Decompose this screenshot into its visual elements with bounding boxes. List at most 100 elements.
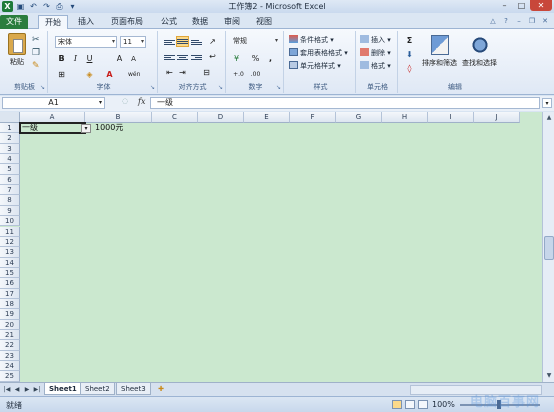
select-all-corner[interactable]	[0, 112, 20, 123]
vertical-scrollbar[interactable]: ▲ ▼	[542, 112, 554, 382]
ribbon-minimize-icon[interactable]: –	[514, 16, 524, 26]
tab-home[interactable]: 开始	[38, 15, 68, 29]
row-header-7[interactable]: 7	[0, 185, 20, 196]
insert-sheet-icon[interactable]: ✚	[155, 384, 167, 394]
minimize-icon[interactable]: –	[496, 0, 513, 11]
decrease-indent-icon[interactable]: ⇤	[164, 67, 175, 78]
scroll-thumb[interactable]	[544, 236, 554, 260]
delete-cells-button[interactable]: 删除 ▾	[360, 48, 391, 59]
clipboard-launcher-icon[interactable]: ↘	[40, 85, 46, 91]
font-launcher-icon[interactable]: ↘	[150, 85, 156, 91]
row-header-11[interactable]: 11	[0, 226, 20, 237]
shrink-font-button[interactable]: A	[128, 54, 139, 65]
font-size-combo[interactable]: 11 ▾	[120, 36, 146, 48]
align-middle-icon[interactable]	[176, 36, 189, 47]
expand-formula-icon[interactable]: ▾	[542, 98, 552, 108]
currency-icon[interactable]: ¥	[231, 53, 242, 64]
percent-button[interactable]: %	[250, 53, 261, 64]
column-header-f[interactable]: F	[290, 112, 336, 123]
first-sheet-icon[interactable]: |◀	[3, 385, 11, 395]
cut-icon[interactable]: ✂	[32, 35, 40, 45]
row-header-25[interactable]: 25	[0, 371, 20, 382]
fill-icon[interactable]: ⬇	[404, 49, 415, 60]
row-header-8[interactable]: 8	[0, 195, 20, 206]
maximize-icon[interactable]: □	[513, 0, 530, 11]
tab-page-layout[interactable]: 页面布局	[105, 15, 149, 29]
merge-center-icon[interactable]: ⊟	[201, 67, 212, 78]
row-header-14[interactable]: 14	[0, 257, 20, 268]
find-select-button[interactable]: 查找和选择	[462, 35, 497, 68]
copy-icon[interactable]: ❐	[32, 48, 40, 58]
normal-view-icon[interactable]	[392, 400, 402, 409]
insert-cells-button[interactable]: 插入 ▾	[360, 35, 391, 46]
underline-button[interactable]: U	[84, 53, 95, 64]
page-layout-view-icon[interactable]	[405, 400, 415, 409]
row-header-12[interactable]: 12	[0, 236, 20, 248]
row-header-3[interactable]: 3	[0, 143, 20, 155]
align-bottom-icon[interactable]	[191, 37, 202, 48]
scroll-up-icon[interactable]: ▲	[544, 113, 554, 123]
row-header-13[interactable]: 13	[0, 247, 20, 258]
last-sheet-icon[interactable]: ▶|	[33, 385, 41, 395]
ribbon-restore-icon[interactable]: ❐	[527, 16, 537, 26]
spreadsheet-grid[interactable]: A B C D E F G H I J 1 2 3 4 5 6 7 8 9 10 11 12 13 14 15 16 17 18 19 2…	[0, 112, 542, 382]
formula-input[interactable]: 一级	[150, 97, 540, 109]
format-as-table-button[interactable]: 套用表格格式 ▾	[289, 48, 348, 59]
tab-view[interactable]: 视图	[250, 15, 278, 29]
collapse-ribbon-icon[interactable]: △	[488, 16, 498, 26]
column-header-d[interactable]: D	[198, 112, 244, 123]
prev-sheet-icon[interactable]: ◀	[13, 385, 21, 395]
scroll-down-icon[interactable]: ▼	[544, 371, 554, 381]
row-header-18[interactable]: 18	[0, 298, 20, 310]
decrease-decimal-icon[interactable]: .00	[250, 69, 261, 80]
increase-decimal-icon[interactable]: +.0	[233, 69, 244, 80]
tab-review[interactable]: 审阅	[218, 15, 246, 29]
paste-button[interactable]: 粘贴	[6, 33, 28, 67]
increase-indent-icon[interactable]: ⇥	[177, 67, 188, 78]
row-header-1[interactable]: 1	[0, 123, 20, 134]
phonetic-button[interactable]: wén	[128, 69, 140, 80]
column-header-j[interactable]: J	[474, 112, 520, 123]
italic-button[interactable]: I	[70, 53, 81, 64]
format-painter-icon[interactable]: ✎	[32, 61, 40, 71]
cell-b1[interactable]: 1000元	[95, 123, 123, 133]
row-header-22[interactable]: 22	[0, 340, 20, 351]
clear-icon[interactable]: ◊	[404, 63, 415, 74]
next-sheet-icon[interactable]: ▶	[23, 385, 31, 395]
row-header-10[interactable]: 10	[0, 216, 20, 227]
row-header-24[interactable]: 24	[0, 361, 20, 372]
comma-button[interactable]: ,	[265, 53, 276, 64]
tab-file[interactable]: 文件	[0, 15, 28, 29]
autosum-button[interactable]: Σ	[404, 35, 415, 46]
align-right-icon[interactable]	[191, 52, 202, 63]
align-top-icon[interactable]	[164, 37, 175, 48]
name-box[interactable]: A1 ▾	[2, 97, 105, 109]
align-center-icon[interactable]	[177, 52, 188, 63]
tab-formulas[interactable]: 公式	[155, 15, 183, 29]
column-header-b[interactable]: B	[85, 112, 152, 123]
bold-button[interactable]: B	[56, 53, 67, 64]
row-header-20[interactable]: 20	[0, 319, 20, 330]
row-header-21[interactable]: 21	[0, 330, 20, 341]
sheet-tab-1[interactable]: Sheet1	[44, 383, 82, 395]
row-header-23[interactable]: 23	[0, 350, 20, 362]
cell-dropdown-button[interactable]: ▾	[81, 124, 91, 133]
zoom-level[interactable]: 100%	[432, 400, 455, 409]
align-left-icon[interactable]	[164, 52, 175, 63]
number-format-combo[interactable]: 常规 ▾	[231, 36, 279, 48]
column-header-h[interactable]: H	[382, 112, 428, 123]
wrap-text-icon[interactable]: ↩	[207, 51, 218, 62]
conditional-format-button[interactable]: 条件格式 ▾	[289, 35, 334, 46]
help-icon[interactable]: ?	[501, 16, 511, 26]
column-header-g[interactable]: G	[336, 112, 382, 123]
page-break-view-icon[interactable]	[418, 400, 428, 409]
format-cells-button[interactable]: 格式 ▾	[360, 61, 391, 72]
sheet-tab-2[interactable]: Sheet2	[80, 383, 115, 395]
row-header-2[interactable]: 2	[0, 133, 20, 144]
tab-data[interactable]: 数据	[186, 15, 214, 29]
row-header-16[interactable]: 16	[0, 278, 20, 289]
sheet-tab-3[interactable]: Sheet3	[116, 383, 151, 395]
column-header-c[interactable]: C	[152, 112, 198, 123]
column-header-e[interactable]: E	[244, 112, 290, 123]
sort-filter-button[interactable]: 排序和筛选	[422, 35, 457, 68]
